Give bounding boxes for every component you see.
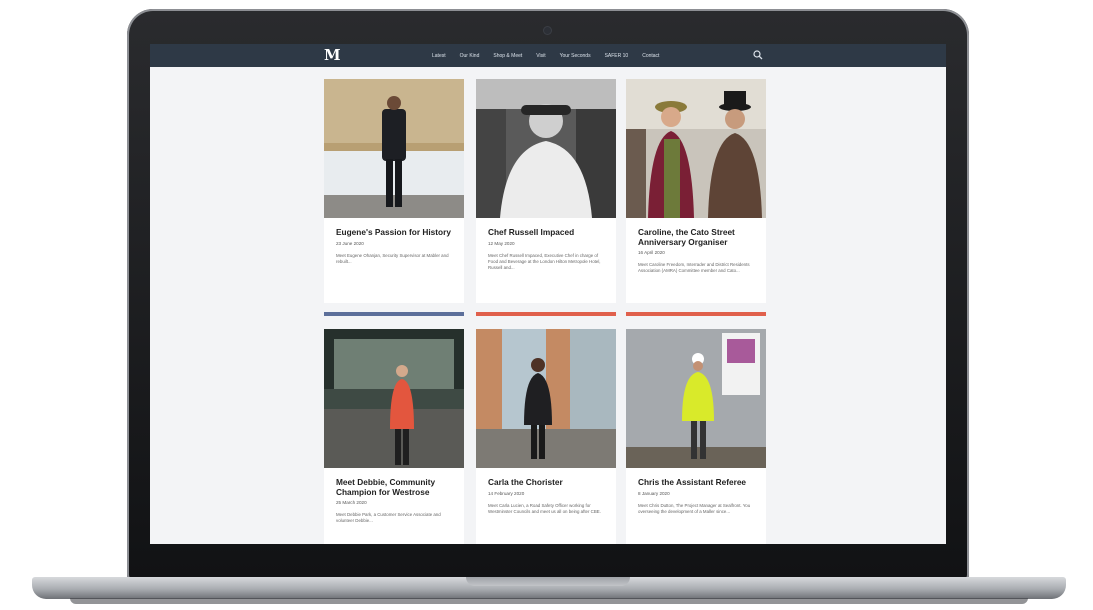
story-card[interactable]: Caroline, the Cato Street Anniversary Or… — [626, 79, 766, 303]
story-title[interactable]: Chef Russell Impaced — [488, 227, 604, 238]
card-accent-bar — [476, 312, 616, 316]
story-photo[interactable] — [324, 329, 464, 468]
nav-our-kind[interactable]: Our Kind — [460, 53, 480, 59]
story-date: 25 March 2020 — [336, 500, 367, 505]
story-photo[interactable] — [626, 79, 766, 218]
nav-shop-meet[interactable]: Shop & Meet — [493, 53, 522, 59]
site-header: M Latest Our Kind Shop & Meet Visit Your… — [150, 44, 946, 67]
card-accent-bar — [324, 312, 464, 316]
nav-latest[interactable]: Latest — [432, 53, 446, 59]
story-card[interactable]: Chris the Assistant Referee 8 January 20… — [626, 329, 766, 544]
story-photo[interactable] — [476, 79, 616, 218]
story-card[interactable]: Chef Russell Impaced 12 May 2020 Meet Ch… — [476, 79, 616, 303]
story-card[interactable]: Carla the Chorister 14 February 2020 Mee… — [476, 329, 616, 544]
story-date: 8 January 2020 — [638, 490, 670, 496]
story-title[interactable]: Carla the Chorister — [488, 477, 604, 488]
story-title[interactable]: Chris the Assistant Referee — [638, 477, 754, 488]
story-date: 12 May 2020 — [488, 240, 515, 246]
story-excerpt: Meet Carla Lucien, a Road Safety Officer… — [488, 502, 601, 514]
stories-grid: Eugene's Passion for History 23 June 202… — [150, 67, 946, 544]
story-title[interactable]: Caroline, the Cato Street Anniversary Or… — [638, 227, 754, 247]
laptop-notch — [466, 577, 630, 586]
nav-safer[interactable]: SAFER 10 — [605, 53, 629, 59]
story-date: 14 February 2020 — [488, 490, 525, 496]
site-logo[interactable]: M — [324, 48, 341, 63]
story-excerpt: Meet Caroline Freedom, Interrader and Di… — [638, 262, 750, 273]
nav-contact[interactable]: Contact — [642, 53, 659, 59]
story-photo[interactable] — [324, 79, 464, 218]
story-date: 16 April 2020 — [638, 250, 665, 255]
story-title[interactable]: Eugene's Passion for History — [336, 227, 452, 238]
story-excerpt: Meet Chris Dutton, The Project Manager a… — [638, 502, 751, 514]
story-title[interactable]: Meet Debbie, Community Champion for West… — [336, 477, 452, 497]
webcam — [544, 27, 551, 34]
story-card[interactable]: Meet Debbie, Community Champion for West… — [324, 329, 464, 544]
story-photo[interactable] — [626, 329, 766, 468]
nav-your-seconds[interactable]: Your Seconds — [560, 53, 591, 59]
story-excerpt: Meet Chef Russell Impaced, Executive Che… — [488, 252, 601, 270]
main-nav: Latest Our Kind Shop & Meet Visit Your S… — [432, 44, 659, 67]
card-accent-bar — [626, 312, 766, 316]
laptop-screen: M Latest Our Kind Shop & Meet Visit Your… — [150, 44, 946, 544]
story-card[interactable]: Eugene's Passion for History 23 June 202… — [324, 79, 464, 303]
story-excerpt: Meet Debbie Park, a Customer Service Ass… — [336, 512, 441, 523]
story-photo[interactable] — [476, 329, 616, 468]
search-icon[interactable] — [753, 50, 763, 60]
story-date: 23 June 2020 — [336, 240, 364, 246]
nav-visit[interactable]: Visit — [536, 53, 545, 59]
story-excerpt: Meet Eugene Ohanjan, Security Supervisor… — [336, 252, 449, 264]
laptop-shadow — [70, 598, 1028, 604]
